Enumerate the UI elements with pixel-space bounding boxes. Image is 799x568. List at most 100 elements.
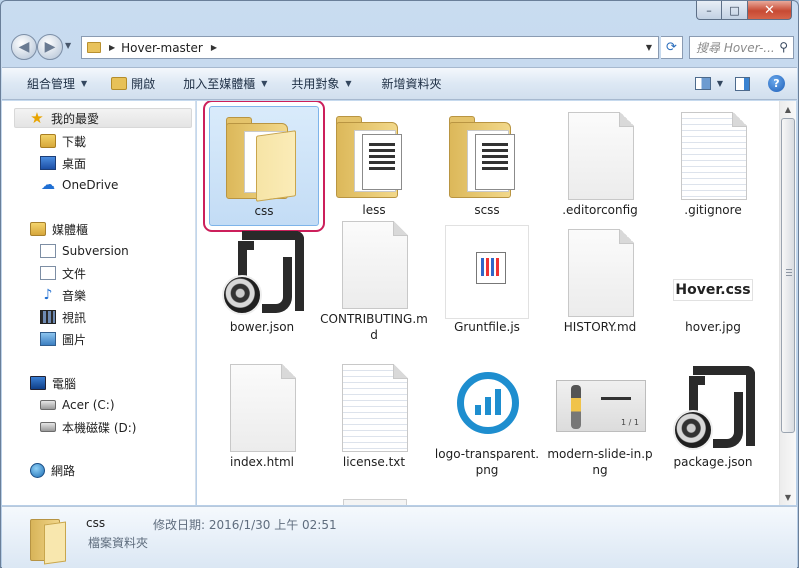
file-tile-less[interactable]: less bbox=[319, 106, 429, 226]
refresh-button[interactable]: ⟳ bbox=[661, 36, 683, 59]
sidebar-item-downloads[interactable]: 下載 bbox=[40, 131, 86, 151]
sidebar-item-pictures[interactable]: 圖片 bbox=[40, 329, 86, 349]
scroll-thumb[interactable] bbox=[781, 118, 795, 433]
vertical-scrollbar[interactable]: ▲ ▼ bbox=[779, 101, 796, 505]
file-tile-editorconfig[interactable]: .editorconfig bbox=[545, 106, 655, 226]
file-tile-logo-transparent-png[interactable]: logo-transparent.png bbox=[432, 358, 542, 478]
search-input[interactable]: 搜尋 Hover-... ⚲ bbox=[689, 36, 794, 59]
sidebar-item-local-disk-d[interactable]: 本機磁碟 (D:) bbox=[40, 417, 136, 437]
computer-icon bbox=[30, 376, 46, 390]
recent-pages-dropdown[interactable]: ▼ bbox=[65, 41, 71, 50]
sidebar-item-libraries[interactable]: 媒體櫃 bbox=[30, 219, 88, 239]
share-label: 共用對象 bbox=[291, 77, 340, 91]
search-placeholder: 搜尋 Hover-... bbox=[696, 41, 775, 55]
sidebar-item-label: 電腦 bbox=[52, 376, 77, 391]
organize-label: 組合管理 bbox=[27, 77, 76, 91]
address-dropdown-icon[interactable]: ▼ bbox=[646, 43, 652, 52]
file-tile-history-md[interactable]: HISTORY.md bbox=[545, 223, 655, 343]
file-icon bbox=[552, 223, 648, 319]
minimize-button[interactable]: – bbox=[696, 1, 722, 20]
sidebar-item-desktop[interactable]: 桌面 bbox=[40, 153, 86, 173]
text-file-icon bbox=[326, 358, 422, 454]
sidebar-item-network[interactable]: 網路 bbox=[30, 460, 75, 480]
sidebar-item-favorites[interactable]: ★ 我的最愛 bbox=[14, 108, 192, 128]
file-name: package.json bbox=[673, 455, 753, 469]
picture-icon bbox=[40, 332, 56, 346]
new-folder-button[interactable]: 新增資料夾 bbox=[364, 68, 454, 99]
network-globe-icon bbox=[30, 462, 45, 478]
sidebar-item-music[interactable]: ♪ 音樂 bbox=[40, 285, 86, 305]
sidebar-item-label: OneDrive bbox=[62, 178, 119, 192]
file-name: Gruntfile.js bbox=[454, 320, 520, 334]
file-tile-css[interactable]: css bbox=[203, 101, 325, 232]
breadcrumb-hover-master[interactable]: Hover-master bbox=[121, 41, 203, 55]
file-tile-gitignore[interactable]: .gitignore bbox=[658, 106, 768, 226]
text-file-icon bbox=[665, 106, 761, 202]
json-logo-icon bbox=[214, 223, 310, 319]
sidebar-item-documents[interactable]: 文件 bbox=[40, 263, 86, 283]
bar-chart-logo-icon bbox=[457, 372, 519, 434]
cloud-icon: ☁ bbox=[41, 177, 55, 193]
file-tile-package-json[interactable]: package.json bbox=[658, 358, 768, 478]
preview-pane-icon[interactable] bbox=[735, 76, 750, 91]
details-modified-date: 修改日期: 2016/1/30 上午 02:51 bbox=[153, 518, 337, 532]
close-button[interactable]: ✕ bbox=[748, 1, 792, 20]
change-view-icon[interactable] bbox=[694, 77, 711, 90]
forward-button[interactable]: ▶ bbox=[37, 34, 63, 60]
back-button[interactable]: ◀ bbox=[11, 34, 37, 60]
file-tile-index-html[interactable]: index.html bbox=[207, 358, 317, 478]
sidebar-item-label: Acer (C:) bbox=[62, 398, 115, 412]
help-icon[interactable]: ? bbox=[768, 75, 785, 92]
sidebar-item-videos[interactable]: 視訊 bbox=[40, 307, 86, 327]
file-icon bbox=[326, 221, 422, 311]
search-icon[interactable]: ⚲ bbox=[779, 40, 788, 54]
document-icon bbox=[40, 266, 56, 280]
sidebar-item-subversion[interactable]: Subversion bbox=[40, 241, 129, 261]
sidebar-item-label: 本機磁碟 (D:) bbox=[62, 420, 137, 435]
scroll-up-icon[interactable]: ▲ bbox=[780, 101, 796, 117]
file-tile-contributing-md[interactable]: CONTRIBUTING.md bbox=[319, 221, 429, 343]
open-button[interactable]: 開啟 bbox=[99, 68, 167, 99]
file-name: hover.jpg bbox=[685, 320, 741, 334]
breadcrumb-separator-icon[interactable]: ▶ bbox=[109, 43, 115, 52]
file-tile-bower-json[interactable]: bower.json bbox=[207, 223, 317, 343]
file-name: modern-slide-in.png bbox=[547, 447, 653, 477]
file-tile-hover-jpg[interactable]: Hover.css hover.jpg bbox=[658, 223, 768, 343]
document-icon bbox=[40, 244, 56, 258]
maximize-button[interactable]: □ bbox=[722, 1, 748, 20]
file-tile-modern-slide-in-png[interactable]: 1 / 1 modern-slide-in.png bbox=[545, 358, 655, 478]
hover-thumb-text: Hover.css bbox=[673, 279, 753, 301]
file-tile-license-txt[interactable]: license.txt bbox=[319, 358, 429, 478]
toolbar-right: ▼ ? bbox=[694, 68, 797, 99]
file-icon bbox=[214, 358, 310, 454]
sidebar-item-label: 我的最愛 bbox=[51, 111, 100, 126]
film-icon bbox=[40, 310, 56, 324]
file-tile-scss[interactable]: scss bbox=[432, 106, 542, 226]
scroll-down-icon[interactable]: ▼ bbox=[780, 489, 796, 505]
command-bar: 組合管理 ▼ 開啟 加入至媒體櫃 ▼ 共用對象 ▼ 新增資料夾 ▼ ? bbox=[2, 67, 797, 100]
refresh-icon: ⟳ bbox=[666, 40, 677, 55]
file-tile-gruntfile-js[interactable]: Gruntfile.js bbox=[432, 223, 542, 343]
file-list: css less scss .editorconfig .gitignore b… bbox=[197, 101, 779, 505]
folder-icon bbox=[216, 107, 312, 203]
organize-button[interactable]: 組合管理 ▼ bbox=[2, 68, 99, 99]
explorer-window: – □ ✕ ◀ ▶ ▼ ▶ Hover-master ▶ ▼ ⟳ 搜尋 Hove… bbox=[0, 0, 799, 568]
arrow-right-icon: ▶ bbox=[44, 39, 56, 55]
breadcrumb-separator-icon[interactable]: ▶ bbox=[211, 43, 217, 52]
new-folder-label: 新增資料夾 bbox=[381, 77, 442, 91]
address-bar[interactable]: ▶ Hover-master ▶ ▼ bbox=[81, 36, 659, 59]
library-icon bbox=[30, 222, 46, 236]
file-icon bbox=[552, 106, 648, 202]
address-row: ◀ ▶ ▼ ▶ Hover-master ▶ ▼ ⟳ 搜尋 Hover-... … bbox=[9, 31, 794, 61]
sidebar-item-computer[interactable]: 電腦 bbox=[30, 373, 76, 393]
view-chevron-down-icon[interactable]: ▼ bbox=[717, 79, 723, 88]
sidebar-item-acer-c[interactable]: Acer (C:) bbox=[40, 395, 115, 415]
add-library-label: 加入至媒體櫃 bbox=[183, 77, 256, 91]
desktop-icon bbox=[40, 156, 56, 170]
sidebar-item-onedrive[interactable]: ☁ OneDrive bbox=[40, 175, 118, 195]
sidebar-item-label: 媒體櫃 bbox=[52, 222, 89, 237]
add-to-library-button[interactable]: 加入至媒體櫃 ▼ bbox=[167, 68, 279, 99]
drive-icon bbox=[40, 422, 56, 432]
file-name: less bbox=[362, 203, 386, 217]
share-with-button[interactable]: 共用對象 ▼ bbox=[279, 68, 363, 99]
